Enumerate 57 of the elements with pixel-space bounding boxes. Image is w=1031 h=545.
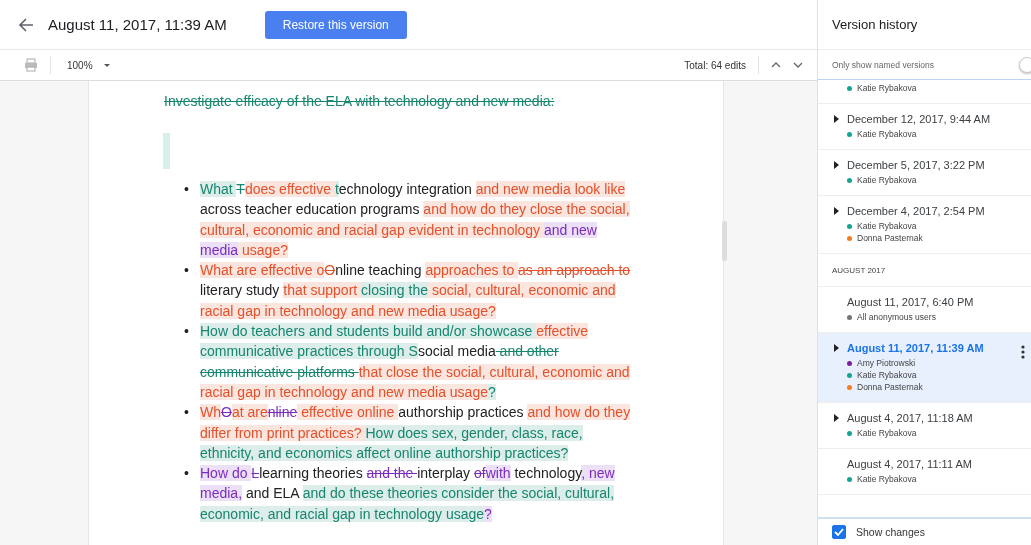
more-options-icon[interactable] [1021,345,1025,359]
version-date: December 4, 2017, 2:54 PM [847,205,985,217]
version-entry[interactable]: December 12, 2017, 9:44 AM Katie Rybakova [818,104,1031,150]
list-item: How do Llearning theories and the interplay ofwith technology, new media, and ELA and do these theories consider the social, cultural, economic, and racial gap in technology usage? [200,464,616,524]
author-name: Katie Rybakova [857,427,917,439]
author-name: All anonymous users [857,311,936,323]
version-entry[interactable]: Katie Rybakova [818,80,1031,104]
version-date: August 4, 2017, 11:11 AM [847,458,972,470]
expand-triangle-icon[interactable] [834,161,839,169]
version-date: August 4, 2017, 11:18 AM [847,412,973,424]
list-item: How do teachers and students build and/or showcase effective communicative practices through Ssocial media and other communicative platforms that close the social, cultural, economic and racial gap in technology and new media usage? [200,322,631,402]
author-name: Katie Rybakova [857,128,917,140]
list-item: What Tdoes effective technology integration and new media look like across teacher education programs and how do they close the social, cultural, economic and racial gap evident in technology and new media usage? [200,180,631,260]
author-name: Amy Piotrowski [857,357,916,369]
bullet-marker: • [184,180,190,199]
next-edit-icon[interactable] [793,61,803,69]
author-name: Katie Rybakova [857,82,917,94]
insertion-marker [163,133,170,169]
bullet-marker: • [184,261,190,281]
version-date: August 11, 2017, 6:40 PM [847,296,974,308]
version-entry[interactable]: December 5, 2017, 3:22 PM Katie Rybakova [818,150,1031,196]
version-entry[interactable]: August 4, 2017, 11:18 AM Katie Rybakova [818,403,1031,449]
named-versions-toggle[interactable] [1019,56,1031,73]
bullet-marker: • [184,403,190,423]
expand-triangle-icon[interactable] [834,115,839,123]
document-heading: Investigate efficacy of the ELA with technology and new media: [164,93,556,109]
caret-icon [102,62,111,68]
bullet-marker: • [184,322,190,342]
version-date: December 12, 2017, 9:44 AM [847,113,991,125]
author-name: Donna Pasternak [857,232,923,244]
version-entry[interactable]: December 4, 2017, 2:54 PM Katie Rybakova Donna Pasternak [818,196,1031,254]
restore-button[interactable]: Restore this version [264,10,407,39]
expand-triangle-icon[interactable] [834,207,839,215]
named-versions-label: Only show named versions [832,59,935,70]
version-entry[interactable]: August 11, 2017, 11:39 AM Amy Piotrowski Katie Rybakova Donna Pasternak [818,333,1031,403]
author-name: Donna Pasternak [857,381,923,393]
list-item: WhOat arenline effective online authorship practices and how do they differ from print practices? How does sex, gender, class, race, ethnicity, and economics affect online authorship practices? [200,403,632,463]
author-name: Katie Rybakova [857,220,917,232]
edit-count: Total: 64 edits [684,59,746,71]
author-name: Katie Rybakova [857,473,917,485]
version-date: August 11, 2017, 11:39 AM [847,342,984,354]
version-title: August 11, 2017, 11:39 AM [48,16,227,33]
author-name: Katie Rybakova [857,174,917,186]
expand-triangle-icon[interactable] [834,344,839,352]
show-changes-label: Show changes [856,526,925,538]
back-arrow-icon[interactable] [18,16,34,33]
bullet-marker: • [184,464,190,484]
expand-triangle-icon[interactable] [834,414,839,422]
show-changes-checkbox[interactable] [832,525,846,539]
list-item: What are effective oOnline teaching approaches to as an approach to literary study that support closing the social, cultural, economic and racial gap in technology and new media usage? [200,261,632,321]
panel-title: Version history [832,17,918,32]
version-entry[interactable]: August 4, 2017, 11:11 AM Katie Rybakova [818,449,1031,495]
section-heading: AUGUST 2017 [832,265,886,275]
author-name: Katie Rybakova [857,369,917,381]
previous-edit-icon[interactable] [771,61,781,69]
zoom-dropdown[interactable]: 100% [63,59,115,71]
version-date: December 5, 2017, 3:22 PM [847,159,985,171]
